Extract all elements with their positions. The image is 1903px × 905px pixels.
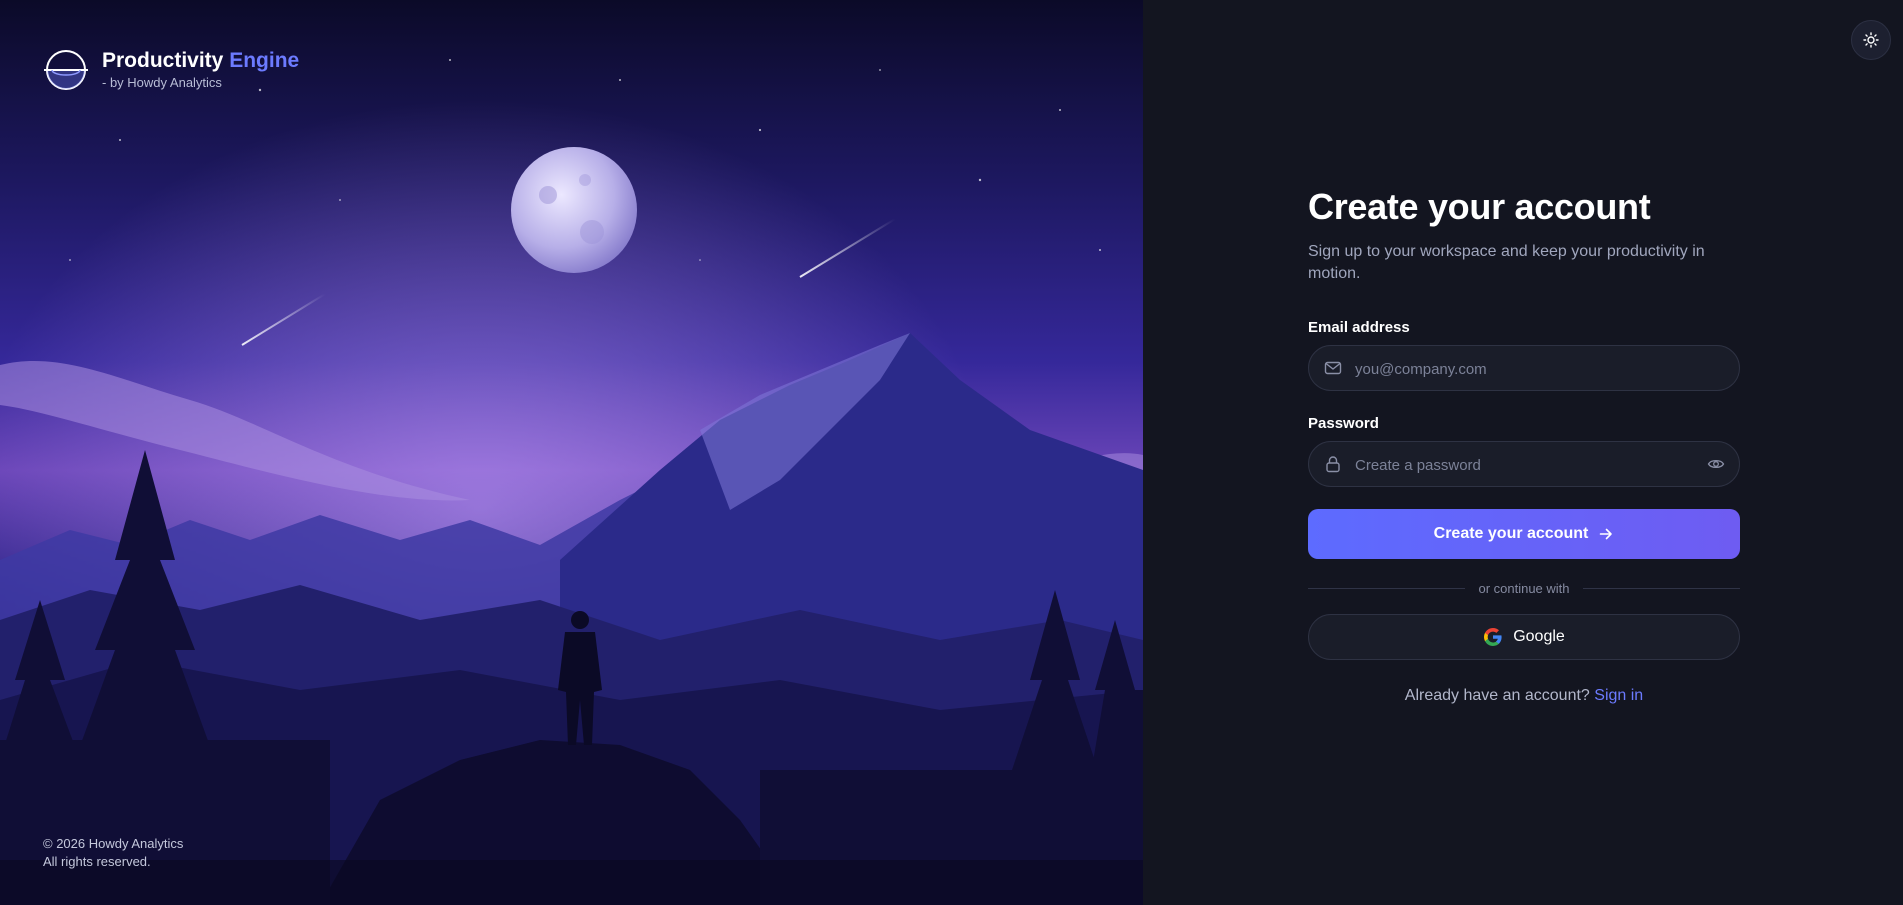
- divider-line-right: [1582, 588, 1740, 589]
- copyright-line-2: All rights reserved.: [43, 854, 151, 869]
- lock-icon: [1326, 456, 1340, 473]
- brand: Productivity Engine - by Howdy Analytics: [44, 48, 299, 92]
- mountain-night-illustration: [0, 0, 1143, 905]
- email-label: Email address: [1308, 319, 1410, 336]
- sign-in-link[interactable]: Sign in: [1594, 687, 1643, 704]
- brand-text: Productivity Engine - by Howdy Analytics: [102, 49, 299, 91]
- page-subtitle: Sign up to your workspace and keep your …: [1308, 243, 1705, 282]
- arrow-right-icon: [1600, 528, 1613, 540]
- copyright-line-1: © 2026 Howdy Analytics: [43, 836, 184, 851]
- google-icon: [1484, 628, 1502, 646]
- password-field[interactable]: [1353, 442, 1677, 488]
- half-moon-orbit-icon: [44, 50, 88, 90]
- brand-tagline: - by Howdy Analytics: [102, 75, 222, 90]
- email-field-wrapper[interactable]: [1308, 345, 1740, 392]
- eye-icon[interactable]: [1707, 455, 1725, 473]
- google-label: Google: [1513, 628, 1565, 645]
- google-signin-button[interactable]: Google: [1308, 614, 1740, 660]
- divider-line-left: [1308, 588, 1466, 589]
- email-field[interactable]: [1353, 346, 1677, 392]
- password-field-wrapper[interactable]: [1308, 441, 1740, 488]
- hero-illustration-panel: Productivity Engine - by Howdy Analytics…: [0, 0, 1143, 905]
- divider-text: or continue with: [1478, 581, 1570, 596]
- create-account-button[interactable]: Create your account: [1308, 509, 1740, 559]
- create-account-label: Create your account: [1433, 525, 1589, 542]
- copyright: © 2026 Howdy Analytics All rights reserv…: [43, 835, 183, 871]
- brand-title: Productivity Engine: [102, 49, 299, 73]
- brand-name-accent: Engine: [229, 49, 300, 72]
- signup-panel: Create your account Sign up to your work…: [1143, 0, 1903, 905]
- brand-name: Productivity: [102, 49, 224, 72]
- signup-form: Create your account Sign up to your work…: [1308, 185, 1740, 705]
- password-label: Password: [1308, 415, 1379, 432]
- theme-toggle-button[interactable]: [1851, 20, 1891, 60]
- or-divider: or continue with: [1308, 581, 1740, 596]
- signin-prompt-line: Already have an account? Sign in: [1308, 687, 1740, 705]
- sun-icon: [1863, 32, 1879, 48]
- mail-icon: [1324, 361, 1342, 375]
- page-title: Create your account: [1308, 186, 1651, 227]
- signin-prompt: Already have an account?: [1404, 687, 1590, 704]
